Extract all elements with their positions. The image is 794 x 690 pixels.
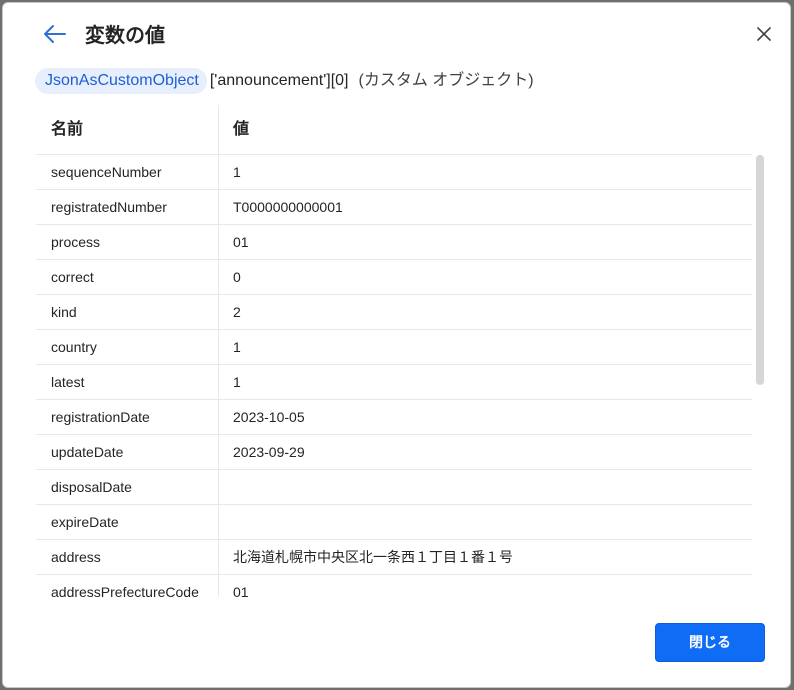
row-value-cell: 2023-10-05 xyxy=(233,409,305,425)
table-row[interactable]: sequenceNumber 1 xyxy=(36,155,752,190)
row-value-cell: T0000000000001 xyxy=(233,199,343,215)
close-x-button[interactable] xyxy=(749,21,779,51)
table-header: 名前 値 xyxy=(36,105,752,155)
row-value-cell xyxy=(219,505,233,539)
row-name-cell: latest xyxy=(36,365,219,399)
row-name-cell: updateDate xyxy=(36,435,219,469)
variable-path: ['announcement'][0] xyxy=(209,72,349,89)
row-name-cell: addressPrefectureCode xyxy=(36,575,219,597)
row-value-cell: 北海道札幌市中央区北一条西１丁目１番１号 xyxy=(233,549,513,565)
row-name-cell: registratedNumber xyxy=(36,190,219,224)
table-row[interactable]: registrationDate 2023-10-05 xyxy=(36,400,752,435)
table-row[interactable]: process 01 xyxy=(36,225,752,260)
row-name-cell: correct xyxy=(36,260,219,294)
row-value-cell: 01 xyxy=(233,584,249,597)
table-row[interactable]: latest 1 xyxy=(36,365,752,400)
table-row[interactable]: kind 2 xyxy=(36,295,752,330)
variable-type: (カスタム オブジェクト) xyxy=(358,72,534,89)
table-body: sequenceNumber 1 registratedNumber T0000000… xyxy=(36,155,752,597)
value-table: 名前 値 sequenceNumber 1 registratedNumber T00… xyxy=(36,105,766,597)
back-button[interactable] xyxy=(39,21,71,51)
row-value-cell: 2 xyxy=(233,304,241,320)
row-value-cell: 01 xyxy=(233,234,249,250)
dialog-title: 変数の値 xyxy=(85,25,165,47)
row-name-cell: country xyxy=(36,330,219,364)
row-value-cell xyxy=(219,470,233,504)
row-name-cell: sequenceNumber xyxy=(36,155,219,189)
table-row[interactable]: disposalDate xyxy=(36,470,752,505)
variable-value-dialog: 変数の値 JsonAsCustomObject ['announcement']… xyxy=(2,2,791,688)
vertical-scrollbar[interactable] xyxy=(755,155,765,597)
table-row[interactable]: expireDate xyxy=(36,505,752,540)
close-button[interactable]: 閉じる xyxy=(655,623,765,662)
row-name-cell: expireDate xyxy=(36,505,219,539)
row-value-cell: 2023-09-29 xyxy=(233,444,305,460)
variable-path-row: JsonAsCustomObject ['announcement'][0] (… xyxy=(35,68,534,94)
row-name-cell: disposalDate xyxy=(36,470,219,504)
table-row[interactable]: registratedNumber T0000000000001 xyxy=(36,190,752,225)
row-value-cell: 1 xyxy=(233,164,241,180)
arrow-left-icon xyxy=(43,24,67,49)
close-icon xyxy=(756,26,772,47)
table-row[interactable]: country 1 xyxy=(36,330,752,365)
row-value-cell: 1 xyxy=(233,374,241,390)
table-row[interactable]: updateDate 2023-09-29 xyxy=(36,435,752,470)
row-name-cell: kind xyxy=(36,295,219,329)
table-row[interactable]: addressPrefectureCode 01 xyxy=(36,575,752,597)
table-row[interactable]: correct 0 xyxy=(36,260,752,295)
column-header-value[interactable]: 値 xyxy=(219,105,249,154)
row-name-cell: registrationDate xyxy=(36,400,219,434)
row-value-cell: 0 xyxy=(233,269,241,285)
column-header-name[interactable]: 名前 xyxy=(36,105,219,154)
scrollbar-thumb[interactable] xyxy=(756,155,764,385)
row-name-cell: address xyxy=(36,540,219,574)
row-value-cell: 1 xyxy=(233,339,241,355)
row-name-cell: process xyxy=(36,225,219,259)
table-row[interactable]: address 北海道札幌市中央区北一条西１丁目１番１号 xyxy=(36,540,752,575)
variable-name-chip[interactable]: JsonAsCustomObject xyxy=(35,68,207,94)
